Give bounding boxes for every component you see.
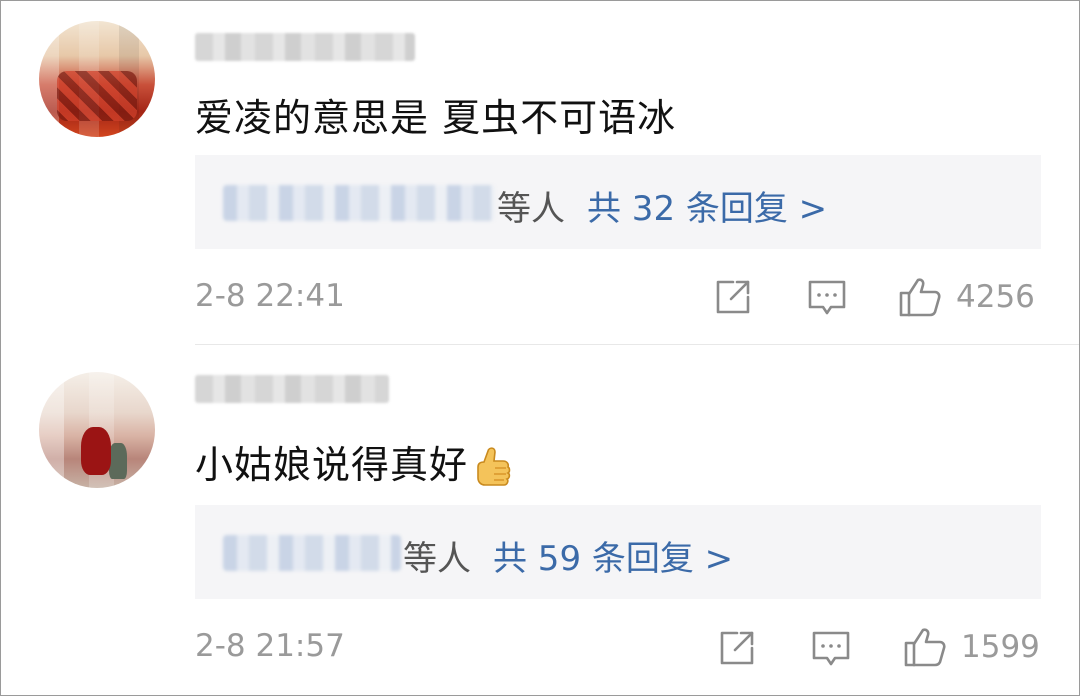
share-button[interactable] bbox=[717, 628, 757, 668]
thumbs-up-icon bbox=[903, 625, 947, 669]
share-icon bbox=[717, 628, 757, 668]
reply-users-blurred bbox=[223, 185, 495, 221]
reply-suffix: 等人 bbox=[497, 189, 565, 229]
share-icon bbox=[713, 277, 753, 317]
comment-timestamp: 2-8 22:41 bbox=[195, 278, 345, 314]
avatar[interactable] bbox=[39, 21, 155, 137]
comment-item: 爱凌的意思是 夏虫不可语冰 等人共 32 条回复 > 2-8 22:41 425… bbox=[1, 1, 1079, 344]
reply-suffix: 等人 bbox=[403, 539, 471, 579]
share-button[interactable] bbox=[713, 277, 753, 317]
like-count: 1599 bbox=[961, 629, 1040, 665]
comment-text: 小姑娘说得真好 bbox=[195, 434, 512, 491]
replies-summary[interactable]: 等人共 32 条回复 > bbox=[195, 155, 1041, 249]
username-blurred[interactable] bbox=[195, 375, 389, 403]
replies-summary[interactable]: 等人共 59 条回复 > bbox=[195, 505, 1041, 599]
reply-count-link[interactable]: 共 59 条回复 > bbox=[493, 539, 733, 579]
comment-item: 小姑娘说得真好 等人共 59 条回复 > 2-8 21:57 1599 bbox=[1, 345, 1079, 695]
comment-icon bbox=[807, 279, 847, 317]
reply-count-link[interactable]: 共 32 条回复 > bbox=[587, 189, 827, 229]
like-button[interactable]: 1599 bbox=[903, 625, 1040, 669]
reply-users-blurred bbox=[223, 535, 401, 571]
avatar[interactable] bbox=[39, 372, 155, 488]
thumbs-up-icon bbox=[898, 275, 942, 319]
comment-text: 爱凌的意思是 夏虫不可语冰 bbox=[195, 96, 677, 140]
comment-text-content: 小姑娘说得真好 bbox=[195, 443, 469, 487]
like-count: 4256 bbox=[956, 279, 1035, 315]
thumbs-up-emoji-icon bbox=[472, 445, 512, 491]
comment-timestamp: 2-8 21:57 bbox=[195, 628, 345, 664]
reply-line: 等人共 59 条回复 > bbox=[403, 531, 733, 580]
comment-button[interactable] bbox=[811, 630, 851, 668]
username-blurred[interactable] bbox=[195, 33, 415, 61]
like-button[interactable]: 4256 bbox=[898, 275, 1035, 319]
comment-icon bbox=[811, 630, 851, 668]
comment-list: 爱凌的意思是 夏虫不可语冰 等人共 32 条回复 > 2-8 22:41 425… bbox=[0, 0, 1080, 696]
reply-line: 等人共 32 条回复 > bbox=[497, 181, 827, 230]
comment-button[interactable] bbox=[807, 279, 847, 317]
